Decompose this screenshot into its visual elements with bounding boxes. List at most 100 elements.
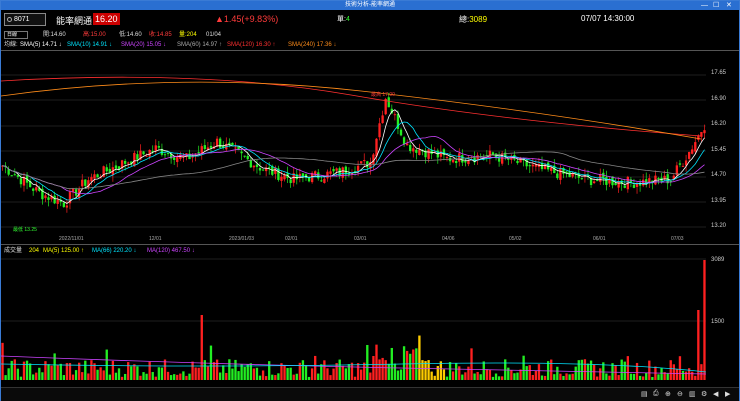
volume-bar <box>651 376 654 380</box>
volume-bar <box>571 373 574 380</box>
volume-chart[interactable] <box>1 256 706 381</box>
volume-bar <box>133 364 136 380</box>
volume-bar <box>497 376 501 380</box>
candle-body <box>280 176 283 181</box>
volume-bar <box>445 376 449 380</box>
volume-bar <box>534 370 538 380</box>
volume-bar <box>396 370 400 380</box>
vol-ma120-label: MA(120) 467.50 ↓ <box>147 248 195 254</box>
volume-bar <box>71 374 75 380</box>
candle-body <box>592 181 596 184</box>
candle-body <box>402 137 406 145</box>
stock-chart-window: 技術分析-能率網通 — ☐ ✕ 8071 能率網通 16.20 ▲1.45(+9… <box>0 0 740 401</box>
candle-body <box>445 157 449 159</box>
volume-bar <box>626 356 630 380</box>
close-button[interactable]: ✕ <box>726 1 732 10</box>
volume-bar <box>669 360 672 380</box>
volume-bar <box>53 353 56 380</box>
volume-bar <box>41 372 44 380</box>
chart-type-icon[interactable]: ▥ <box>689 390 696 398</box>
candle-body <box>409 144 412 152</box>
volume-bar <box>87 373 90 380</box>
volume-bar <box>169 375 173 380</box>
volume-bar <box>491 376 495 380</box>
volume-bar <box>488 370 492 380</box>
volume-bar <box>427 360 430 380</box>
candlestick-chart[interactable]: 最高 17.00 最低 13.25 <box>1 51 706 233</box>
volume-bar <box>65 363 69 380</box>
candle-body <box>114 165 118 169</box>
volume-bar <box>405 350 409 380</box>
candle-body <box>657 178 660 180</box>
price-tick: 13.95 <box>711 198 727 204</box>
volume-bar <box>473 373 476 380</box>
volume-bar <box>430 371 433 380</box>
volume-bar <box>458 366 461 380</box>
volume-bar <box>185 375 188 380</box>
candle-body <box>418 149 421 155</box>
volume-bar <box>645 372 648 380</box>
volume-bar <box>605 373 608 380</box>
zoom-in-icon[interactable]: ⊕ <box>665 390 671 398</box>
volume-bar <box>599 368 602 380</box>
candle-body <box>356 165 360 172</box>
candle-body <box>90 177 93 182</box>
volume-bar <box>295 373 298 380</box>
stock-code-input[interactable]: 8071 <box>4 13 46 26</box>
high-value: 高:15.00 <box>83 32 106 38</box>
candle-body <box>641 179 645 186</box>
save-icon[interactable]: ▤ <box>641 390 648 398</box>
candle-body <box>240 151 243 154</box>
volume-bar <box>421 360 424 380</box>
volume-bar <box>326 368 329 380</box>
settings-icon[interactable]: ⚙ <box>701 390 707 398</box>
volume-bar <box>1 342 4 380</box>
candle-body <box>252 165 256 168</box>
candle-body <box>283 175 286 180</box>
print-icon[interactable]: ⎙ <box>653 390 659 398</box>
volume-bar <box>359 369 363 380</box>
volume-bar <box>562 375 565 380</box>
candle-body <box>32 188 35 191</box>
candle-body <box>84 179 87 186</box>
candle-body <box>136 154 139 160</box>
volume-bar <box>44 361 47 380</box>
nav-right-icon[interactable]: ▶ <box>725 390 730 398</box>
price-tick: 15.45 <box>711 147 727 153</box>
volume-bar <box>120 376 124 380</box>
volume-bar <box>310 368 314 380</box>
candle-body <box>105 167 108 172</box>
volume-bar <box>577 360 580 380</box>
volume-bar <box>387 363 390 380</box>
volume-bar <box>678 356 682 380</box>
volume-bar <box>470 348 473 380</box>
volume-legend-value: 204 <box>29 248 40 254</box>
low-price-marker: 最低 13.25 <box>13 226 37 233</box>
volume-bar <box>623 361 626 380</box>
ma-legend-label: 均線: <box>4 42 18 48</box>
minimize-button[interactable]: — <box>701 1 708 10</box>
zoom-out-icon[interactable]: ⊖ <box>677 390 683 398</box>
maximize-button[interactable]: ☐ <box>713 1 719 10</box>
toolbar: ▤ ⎙ ⊕ ⊖ ▥ ⚙ ◀ ▶ <box>1 387 739 401</box>
nav-left-icon[interactable]: ◀ <box>713 390 718 398</box>
candle-body <box>289 179 292 184</box>
candle-body <box>246 155 249 160</box>
single-volume-value: 4 <box>345 16 350 23</box>
candle-body <box>344 166 348 175</box>
candle-body <box>13 174 16 176</box>
candle-body <box>623 185 626 188</box>
volume-bar <box>574 366 577 380</box>
date-axis: 2022/11/01 12/01 2023/01/03 02/01 03/01 … <box>1 234 706 244</box>
volume-bar <box>7 368 10 380</box>
volume-bar <box>384 360 387 380</box>
volume-bar <box>130 366 133 380</box>
volume-bar <box>451 371 455 380</box>
candle-body <box>393 114 397 116</box>
volume-bar <box>47 364 50 380</box>
volume-bar <box>173 374 176 380</box>
volume-bar <box>194 367 197 380</box>
period-select[interactable]: 日線 <box>4 31 28 39</box>
volume-bar <box>163 359 167 380</box>
volume-bar <box>694 375 697 380</box>
